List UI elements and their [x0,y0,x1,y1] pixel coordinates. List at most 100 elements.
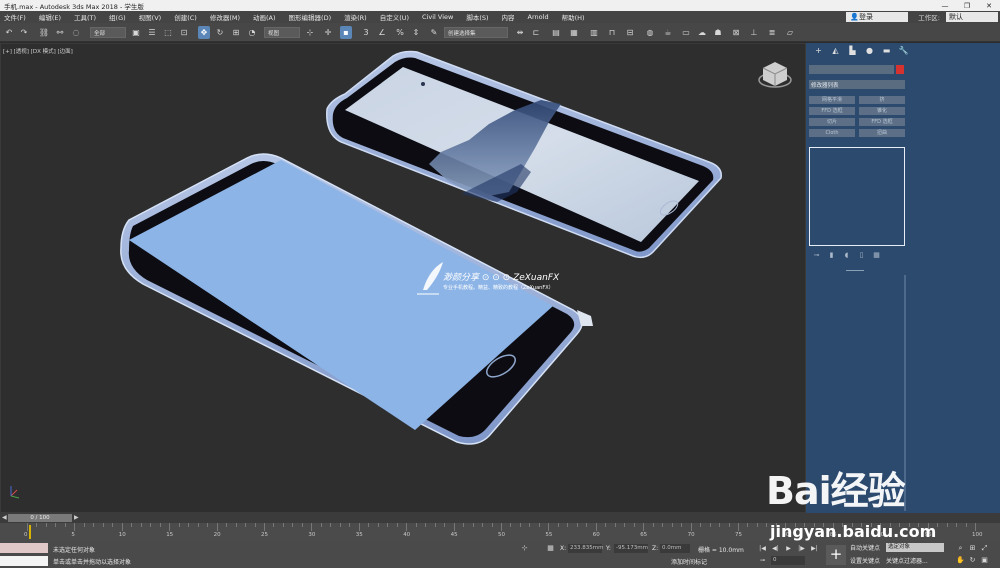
modifier-button[interactable]: 锥化 [859,107,905,115]
keyframe-marker[interactable] [29,525,31,539]
menu-scripting[interactable]: 脚本(S) [462,12,497,22]
zoom-all-icon[interactable]: ⊞ [968,544,977,553]
render-activeshade-icon[interactable]: ⊠ [730,26,742,39]
menu-file[interactable]: 文件(F) [0,12,35,22]
render-setup-icon[interactable]: ☕ [662,26,674,39]
pan-icon[interactable]: ✋ [956,556,965,565]
schematic-view-icon[interactable]: ⊟ [624,26,636,39]
close-button[interactable]: ✕ [978,2,1000,10]
maximize-viewport-icon[interactable]: ▣ [980,556,989,565]
menu-customize[interactable]: 自定义(U) [376,12,418,22]
motion-tab-icon[interactable]: ● [861,46,878,59]
mirror-icon[interactable]: ⇹ [514,26,526,39]
modifier-button[interactable]: 切片 [809,118,855,126]
render-production-icon[interactable]: ☁ [696,26,708,39]
material-editor-icon[interactable]: ◍ [644,26,656,39]
make-unique-icon[interactable]: ◖ [842,251,851,260]
select-rotate-icon[interactable]: ↻ [214,26,226,39]
menu-rendering[interactable]: 渲染(R) [340,12,376,22]
viewport-layout-icon[interactable]: ⊥ [748,26,760,39]
bind-spacewarp-icon[interactable]: ◌ [70,26,82,39]
snaps-toggle-icon[interactable]: 3 [360,26,372,39]
configure-modifier-icon[interactable]: ▦ [872,251,881,260]
modifier-button[interactable]: FFD 选框 [859,118,905,126]
modifier-button[interactable]: 挤 [859,96,905,104]
container-icon[interactable]: ▱ [784,26,796,39]
menu-modifiers[interactable]: 修改器(M) [206,12,249,22]
utilities-tab-icon[interactable]: 🔧 [895,46,912,59]
key-selection-dropdown[interactable]: 选定对象 [886,543,944,552]
render-iterative-icon[interactable]: ☗ [712,26,724,39]
go-to-start-icon[interactable]: |◀ [758,544,767,553]
object-name-field[interactable] [809,65,894,74]
selection-filter-dropdown[interactable]: 全部 [90,27,126,38]
maximize-button[interactable]: ❐ [956,2,978,10]
spinner-snap-icon[interactable]: ⇕ [410,26,422,39]
display-tab-icon[interactable]: ▬ [878,46,895,59]
isolate-selection-icon[interactable]: ⊹ [520,544,529,553]
maxscript-listener[interactable] [0,543,48,553]
menu-animation[interactable]: 动画(A) [249,12,285,22]
unlink-icon[interactable]: ⚯ [54,26,66,39]
select-object-icon[interactable]: ▣ [130,26,142,39]
modifier-button[interactable]: 网格平滑 [809,96,855,104]
render-frame-icon[interactable]: ▭ [680,26,692,39]
x-coord-field[interactable]: 233.835mm [568,544,603,553]
select-place-icon[interactable]: ◔ [246,26,258,39]
rect-selection-icon[interactable]: ⬚ [162,26,174,39]
curve-editor-icon[interactable]: ⊓ [606,26,618,39]
align-icon[interactable]: ⊏ [530,26,542,39]
play-icon[interactable]: ▶ [784,544,793,553]
show-end-result-icon[interactable]: ▮ [827,251,836,260]
link-icon[interactable]: ⛓ [38,26,50,39]
select-move-icon[interactable]: ✥ [198,26,210,39]
set-key-plus-icon[interactable]: + [826,545,846,565]
object-color-swatch[interactable] [896,65,904,74]
view-cube[interactable] [758,62,792,88]
named-selection-dropdown[interactable]: 创建选择集 [444,27,508,38]
scene-states-icon[interactable]: ≣ [766,26,778,39]
add-time-tag[interactable]: 添加时间标记 [671,557,707,566]
percent-snap-icon[interactable]: % [394,26,406,39]
menu-civil-view[interactable]: Civil View [418,13,462,21]
zoom-extents-icon[interactable]: ⤢ [980,544,989,553]
pin-stack-icon[interactable]: ⊸ [812,251,821,260]
y-coord-field[interactable]: -95.173mm [614,544,648,553]
select-scale-icon[interactable]: ⊞ [230,26,242,39]
key-filters-button[interactable]: 关键点过滤器... [886,556,928,565]
zoom-icon[interactable]: ⌕ [956,544,965,553]
scene-explorer-icon[interactable]: ▦ [568,26,580,39]
modifier-button[interactable]: Cloth [809,129,855,137]
key-mode-icon[interactable]: ⊸ [758,556,767,565]
menu-create[interactable]: 创建(C) [170,12,206,22]
undo-icon[interactable]: ↶ [3,26,15,39]
layer-explorer-icon[interactable]: ▤ [550,26,562,39]
modifier-button[interactable]: 扭曲 [859,129,905,137]
edit-named-sel-icon[interactable]: ✎ [428,26,440,39]
keyboard-shortcut-icon[interactable]: ▪ [340,26,352,39]
modifier-list-dropdown[interactable]: 修改器列表 [809,80,905,89]
menu-help[interactable]: 帮助(H) [558,12,594,22]
modify-tab-icon[interactable]: ◭ [827,46,844,59]
z-coord-field[interactable]: 0.0mm [660,544,690,553]
perspective-viewport[interactable]: [+] [透视] [DX 模式] [边面] 渺颜分享 ⊙ ⊙ ⊙ ZeXuanF… [0,43,806,513]
pivot-center-icon[interactable]: ⊹ [304,26,316,39]
modifier-button[interactable]: FFD 选框 [809,107,855,115]
minimize-button[interactable]: — [934,2,956,10]
angle-snap-icon[interactable]: ∠ [376,26,388,39]
maxscript-input[interactable] [0,556,48,566]
window-crossing-icon[interactable]: ⊡ [178,26,190,39]
hierarchy-tab-icon[interactable]: ▙ [844,46,861,59]
modifier-stack[interactable] [809,147,905,246]
orbit-icon[interactable]: ↻ [968,556,977,565]
ribbon-icon[interactable]: ▥ [588,26,600,39]
menu-group[interactable]: 组(G) [105,12,135,22]
time-slider-thumb[interactable]: 0 / 100 [8,514,72,522]
selection-lock-icon[interactable]: ▦ [546,544,555,553]
menu-content[interactable]: 内容 [498,12,524,22]
menu-tools[interactable]: 工具(T) [70,12,105,22]
create-tab-icon[interactable]: + [810,46,827,59]
menu-edit[interactable]: 编辑(E) [35,12,70,22]
prev-key-icon[interactable]: ◀| [771,544,780,553]
next-key-icon[interactable]: |▶ [797,544,806,553]
